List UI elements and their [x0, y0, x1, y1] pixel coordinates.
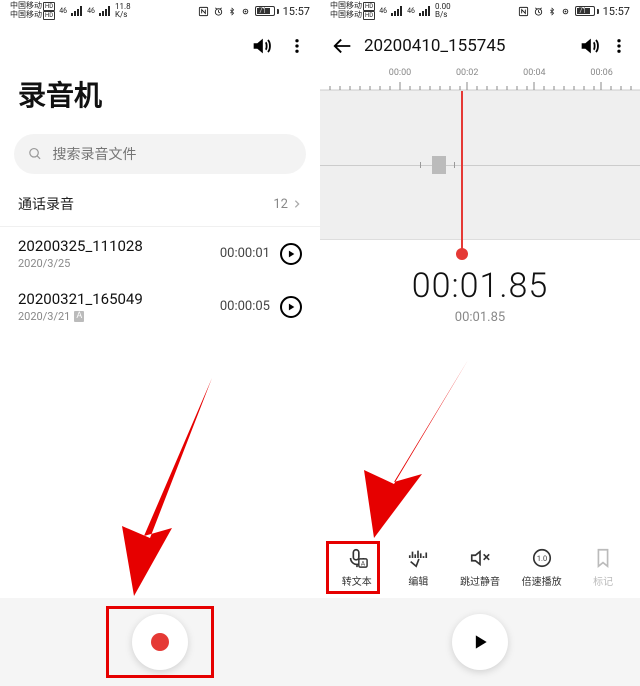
status-bar: 中国移动HD 中国移动HD 46 46 11.8 K/s — [0, 0, 320, 22]
play-icon — [286, 249, 296, 259]
search-icon — [28, 146, 43, 162]
waveform-display[interactable] — [320, 90, 640, 240]
back-button[interactable] — [332, 35, 354, 57]
header-actions — [0, 22, 320, 70]
tool-edit[interactable]: 编辑 — [390, 547, 446, 588]
time-ruler: 00:00 00:02 00:04 00:06 — [320, 70, 640, 90]
recording-date: 2020/3/21 A — [18, 310, 143, 323]
recording-name: 20200325_111028 — [18, 237, 143, 255]
group-label: 通话录音 — [18, 194, 74, 214]
tool-skip-silence[interactable]: 跳过静音 — [452, 547, 508, 588]
eye-comfort-icon — [560, 6, 571, 17]
status-time: 15:57 — [603, 5, 630, 18]
edit-waveform-icon — [406, 547, 430, 569]
recorder-playback-screen: 中国移动HD 中国移动HD 46 46 0.00 B/s — [320, 0, 640, 686]
record-bar — [0, 598, 320, 686]
play-icon — [470, 632, 490, 652]
page-title: 录音机 — [0, 70, 320, 126]
record-dot-icon — [151, 633, 169, 651]
recording-duration: 00:00:05 — [220, 299, 270, 314]
skip-silence-icon — [468, 547, 492, 569]
recording-row[interactable]: 20200325_111028 2020/3/25 00:00:01 — [0, 227, 320, 280]
tool-bookmark[interactable]: 标记 — [575, 547, 631, 588]
total-time: 00:01.85 — [320, 310, 640, 325]
file-title: 20200410_155745 — [364, 36, 568, 56]
bluetooth-icon — [548, 6, 556, 17]
signal-bars-icon — [99, 6, 111, 16]
svg-text:1.0: 1.0 — [536, 554, 546, 563]
signal-bars-icon — [419, 6, 431, 16]
playhead-indicator — [461, 91, 463, 257]
record-button[interactable] — [132, 614, 188, 670]
eye-comfort-icon — [240, 6, 251, 17]
group-count: 12 — [273, 197, 288, 212]
alarm-icon — [213, 6, 224, 17]
annotation-arrow-icon — [350, 360, 470, 540]
recording-date: 2020/3/25 — [18, 257, 143, 270]
annotation-arrow-icon — [104, 378, 214, 598]
bookmark-icon — [591, 547, 615, 569]
tool-to-text[interactable]: A 转文本 — [329, 547, 385, 588]
alarm-icon — [533, 6, 544, 17]
group-call-recordings[interactable]: 通话录音 12 — [0, 182, 320, 226]
current-time: 00:01.85 — [320, 266, 640, 306]
play-icon — [286, 302, 296, 312]
more-icon[interactable] — [610, 35, 628, 57]
playback-speed-icon: 1.0 — [530, 547, 554, 569]
playback-header: 20200410_155745 — [320, 22, 640, 70]
status-time: 15:57 — [283, 5, 310, 18]
nfc-icon — [198, 6, 209, 17]
search-input[interactable] — [53, 146, 292, 162]
recording-name: 20200321_165049 — [18, 290, 143, 308]
recording-row[interactable]: 20200321_165049 2020/3/21 A 00:00:05 — [0, 280, 320, 333]
more-icon[interactable] — [288, 35, 306, 57]
arrow-left-icon — [332, 35, 354, 57]
nfc-icon — [518, 6, 529, 17]
recorder-list-screen: 中国移动HD 中国移动HD 46 46 11.8 K/s — [0, 0, 320, 686]
status-bar: 中国移动HD 中国移动HD 46 46 0.00 B/s — [320, 0, 640, 22]
tag-badge: A — [74, 311, 84, 322]
play-button[interactable] — [280, 296, 302, 318]
battery-icon: 71 — [575, 6, 599, 16]
battery-icon: 71 — [255, 6, 279, 16]
speaker-icon[interactable] — [250, 35, 272, 57]
play-button[interactable] — [280, 243, 302, 265]
speech-to-text-icon: A — [345, 547, 369, 569]
tool-speed[interactable]: 1.0 倍速播放 — [514, 547, 570, 588]
bluetooth-icon — [228, 6, 236, 17]
recording-duration: 00:00:01 — [220, 246, 270, 261]
chevron-right-icon — [292, 198, 302, 210]
search-bar[interactable] — [14, 134, 306, 174]
signal-bars-icon — [391, 6, 403, 16]
play-button-large[interactable] — [452, 614, 508, 670]
playback-tools: A 转文本 编辑 跳过静音 1.0 倍速播放 标记 — [320, 541, 640, 598]
signal-bars-icon — [71, 6, 83, 16]
playback-bottom-bar — [320, 598, 640, 686]
speaker-icon[interactable] — [578, 35, 600, 57]
